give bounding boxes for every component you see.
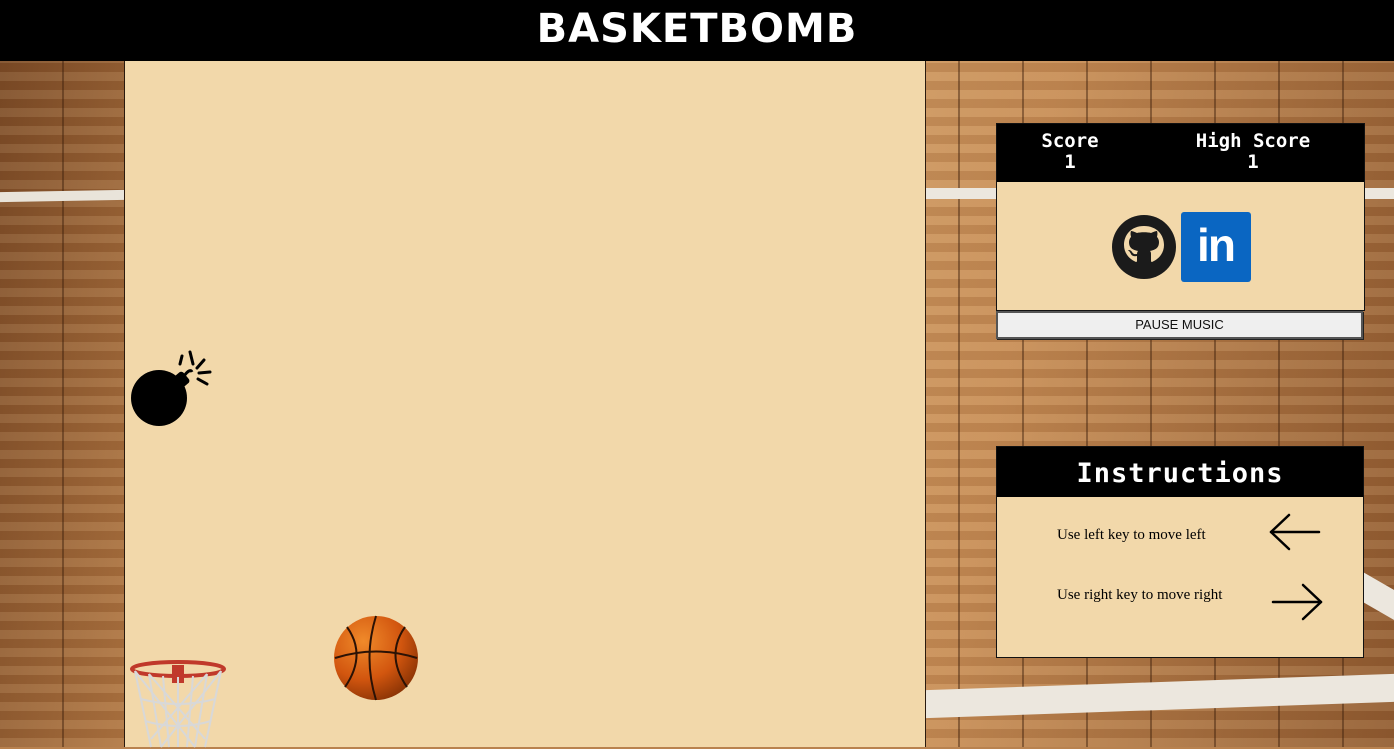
game-area[interactable] (124, 61, 926, 748)
high-score-value: 1 (1247, 151, 1259, 173)
score-header: Score 1 High Score 1 (997, 124, 1364, 182)
social-links: in (997, 212, 1364, 282)
instructions-title: Instructions (997, 447, 1363, 497)
score-label: Score (1041, 130, 1099, 152)
linkedin-label: in (1197, 219, 1236, 271)
court-line (926, 673, 1394, 719)
left-arrow-icon (1269, 513, 1321, 551)
github-icon[interactable] (1111, 214, 1177, 280)
current-score: Score 1 (1010, 131, 1130, 173)
instruction-right-text: Use right key to move right (1057, 587, 1223, 603)
instructions-panel: Instructions Use left key to move left U… (996, 446, 1364, 658)
court-line (0, 189, 124, 203)
linkedin-icon[interactable]: in (1180, 212, 1251, 282)
high-score-label: High Score (1195, 130, 1311, 152)
bomb-icon (131, 350, 212, 426)
right-arrow-icon (1271, 583, 1323, 621)
score-panel: Score 1 High Score 1 in (996, 123, 1365, 311)
high-score: High Score 1 (1163, 131, 1343, 173)
header-bar: BASKETBOMB (0, 0, 1394, 61)
pause-music-button[interactable]: PAUSE MUSIC (996, 311, 1363, 339)
score-value: 1 (1064, 151, 1076, 173)
game-title: BASKETBOMB (536, 6, 858, 52)
basketball-icon (334, 615, 418, 701)
hoop-icon (130, 660, 226, 748)
instruction-left-text: Use left key to move left (1057, 527, 1206, 543)
